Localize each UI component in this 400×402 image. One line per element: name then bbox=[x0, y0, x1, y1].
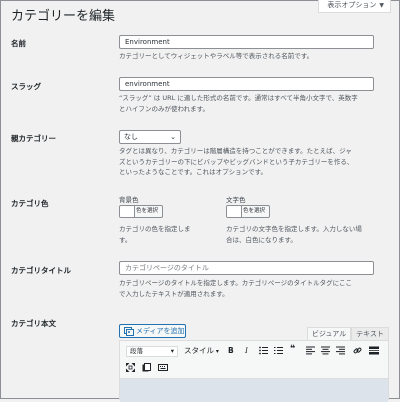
tab-visual[interactable]: ビジュアル bbox=[307, 327, 351, 340]
name-description: カテゴリーとしてウィジェットやラベル等で表示される名前です。 bbox=[119, 52, 314, 60]
parent-select-value: なし bbox=[124, 133, 138, 141]
screen-options-label: 表示オプション bbox=[327, 1, 377, 9]
category-title-label: カテゴリタイトル bbox=[11, 266, 71, 275]
style-select[interactable]: スタイル ▾ bbox=[184, 346, 219, 357]
slug-description: “スラッグ” は URL に適した形式の名前です。通常はすべて半角小文字で、英数… bbox=[119, 94, 358, 113]
text-color-description: カテゴリの文字色を指定します。入力しない場 合は、白色になります。 bbox=[226, 225, 362, 244]
keyboard-icon[interactable] bbox=[158, 363, 168, 375]
background-color-label: 背景色 bbox=[119, 196, 139, 204]
editor-toolbar: 段落 ▾ スタイル ▾ B I ❝ bbox=[120, 341, 388, 361]
editor-content-area[interactable] bbox=[120, 378, 388, 402]
category-title-input[interactable]: カテゴリページのタイトル bbox=[119, 261, 374, 275]
media-icon bbox=[124, 325, 134, 340]
chevron-down-icon: ⌄ bbox=[170, 133, 176, 141]
parent-select[interactable]: なし ⌄ bbox=[119, 130, 181, 144]
screen-options-button[interactable]: 表示オプション ▼ bbox=[318, 0, 391, 13]
numbered-list-icon[interactable] bbox=[274, 346, 283, 358]
chevron-down-icon: ▼ bbox=[379, 2, 384, 9]
add-media-button[interactable]: メディアを追加 bbox=[119, 324, 186, 338]
color-swatch bbox=[120, 206, 135, 217]
parent-label: 親カテゴリー bbox=[11, 134, 56, 143]
color-swatch bbox=[227, 206, 242, 217]
slug-label: スラッグ bbox=[11, 82, 41, 91]
name-input[interactable]: Environment bbox=[119, 35, 374, 49]
category-body-label: カテゴリ本文 bbox=[11, 319, 56, 328]
bullet-list-icon[interactable] bbox=[259, 346, 268, 358]
chevron-down-icon: ▾ bbox=[170, 347, 174, 355]
paste-as-text-icon[interactable] bbox=[142, 363, 151, 375]
page-title: カテゴリーを編集 bbox=[11, 9, 116, 24]
parent-description: タグとは異なり、カテゴリーは階層構造を持つことができます。たとえば、ジャ ズとい… bbox=[119, 147, 354, 176]
slug-input[interactable]: environment bbox=[119, 77, 374, 91]
fullscreen-icon[interactable] bbox=[126, 363, 135, 375]
align-left-icon[interactable] bbox=[306, 346, 315, 358]
align-right-icon[interactable] bbox=[336, 346, 345, 358]
rich-text-editor: 段落 ▾ スタイル ▾ B I ❝ bbox=[119, 340, 389, 402]
editor-toolbar-row-2 bbox=[120, 361, 388, 377]
italic-icon[interactable]: I bbox=[245, 346, 248, 356]
format-select[interactable]: 段落 ▾ bbox=[126, 346, 178, 357]
bold-icon[interactable]: B bbox=[228, 346, 234, 356]
align-center-icon[interactable] bbox=[321, 346, 330, 358]
name-label: 名前 bbox=[11, 39, 26, 48]
category-title-description: カテゴリページのタイトルを指定します。カテゴリページのタイトルタグにここ で入力… bbox=[119, 279, 352, 298]
category-color-label: カテゴリ色 bbox=[11, 199, 49, 208]
tab-text[interactable]: テキスト bbox=[351, 327, 389, 340]
read-more-icon[interactable] bbox=[369, 346, 379, 358]
quote-icon[interactable]: ❝ bbox=[290, 344, 295, 354]
link-icon[interactable] bbox=[353, 346, 362, 358]
background-color-picker-button[interactable]: 色を選択 bbox=[119, 205, 163, 218]
text-color-label: 文字色 bbox=[226, 196, 246, 204]
text-color-picker-button[interactable]: 色を選択 bbox=[226, 205, 270, 218]
background-color-description: カテゴリの色を指定しま す。 bbox=[119, 225, 191, 244]
